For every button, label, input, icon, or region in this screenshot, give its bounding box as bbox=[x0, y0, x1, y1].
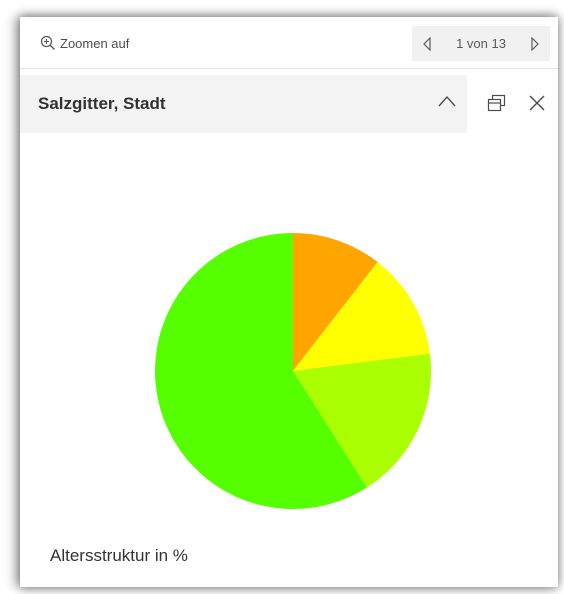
chevron-left-icon bbox=[423, 36, 431, 51]
feature-popup: Zoomen auf 1 von 13 Salzgitter, Stadt Al… bbox=[20, 17, 558, 587]
age-structure-chart bbox=[20, 133, 558, 523]
dock-button[interactable] bbox=[487, 94, 507, 117]
chart-caption: Altersstruktur in % bbox=[50, 546, 188, 565]
popup-header: Salzgitter, Stadt bbox=[20, 75, 467, 133]
next-feature-button[interactable] bbox=[530, 36, 540, 51]
close-icon bbox=[529, 95, 545, 111]
zoom-to-label: Zoomen auf bbox=[60, 35, 130, 51]
dock-icon bbox=[487, 94, 506, 112]
collapse-button[interactable] bbox=[437, 94, 457, 113]
map-canvas: Zoomen auf 1 von 13 Salzgitter, Stadt Al… bbox=[0, 0, 564, 594]
close-button[interactable] bbox=[528, 94, 546, 117]
feature-pager: 1 von 13 bbox=[412, 26, 550, 61]
popup-action-bar: Zoomen auf 1 von 13 bbox=[20, 17, 558, 69]
pie-chart bbox=[154, 233, 432, 509]
chevron-right-icon bbox=[531, 36, 539, 51]
previous-feature-button[interactable] bbox=[422, 36, 432, 51]
zoom-in-icon bbox=[40, 35, 55, 50]
popup-title: Salzgitter, Stadt bbox=[38, 94, 166, 113]
pager-label: 1 von 13 bbox=[456, 36, 506, 51]
zoom-to-button[interactable]: Zoomen auf bbox=[40, 33, 129, 53]
chevron-up-icon bbox=[438, 95, 456, 107]
